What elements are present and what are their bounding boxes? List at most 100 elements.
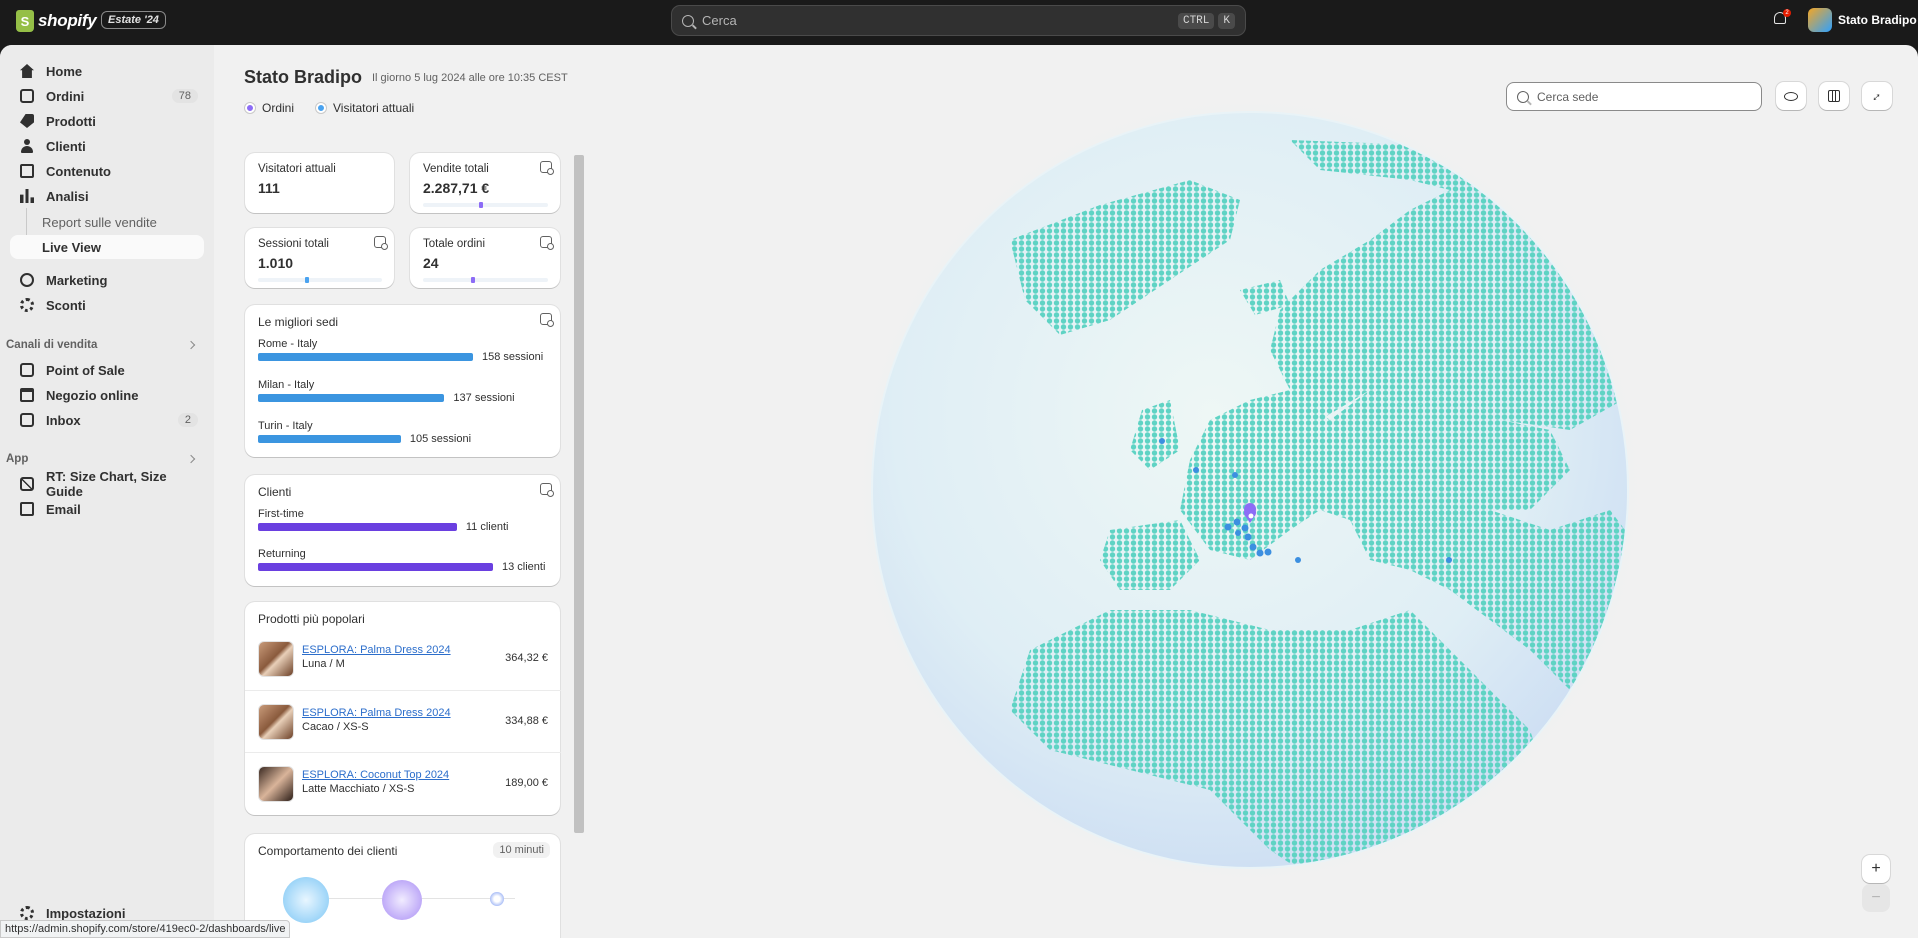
fullscreen-button[interactable]: ↕ — [1862, 82, 1892, 110]
location-name: Rome - Italy — [258, 338, 318, 350]
sidebar-item-online-store[interactable]: Negozio online — [10, 383, 204, 407]
top-bar: S shopify Estate '24 Cerca CTRL K 2 Stat… — [0, 0, 1918, 45]
sidebar-item-label: Email — [46, 501, 81, 517]
legend-orders[interactable]: Ordini — [245, 101, 294, 115]
sidebar-item-label: Prodotti — [46, 113, 96, 129]
sidebar-item-size-chart-app[interactable]: RT: Size Chart, Size Guide — [10, 469, 204, 499]
sidebar-item-label: RT: Size Chart, Size Guide — [46, 469, 167, 499]
sidebar-item-products[interactable]: Prodotti — [10, 109, 204, 133]
live-globe[interactable] — [850, 90, 1650, 890]
metric-label: Sessioni totali — [258, 238, 329, 250]
sidebar-item-inbox[interactable]: Inbox 2 — [10, 408, 204, 432]
shortcut-key-ctrl: CTRL — [1177, 12, 1215, 29]
notification-count-badge: 2 — [1783, 9, 1791, 17]
sidebar-item-label: Ordini — [46, 88, 85, 104]
product-thumbnail — [258, 704, 294, 740]
sidebar-item-home[interactable]: Home — [10, 59, 204, 83]
pos-icon — [20, 363, 34, 377]
chevron-right-icon — [186, 454, 196, 464]
minus-icon: − — [1871, 889, 1881, 906]
view-report-icon[interactable] — [540, 483, 554, 497]
product-variant: Latte Macchiato / XS-S — [302, 783, 415, 795]
sidebar-item-marketing[interactable]: Marketing — [10, 268, 204, 292]
legend-label: Ordini — [262, 101, 295, 115]
product-variant: Luna / M — [302, 658, 345, 670]
location-sessions: 158 sessioni — [482, 351, 544, 363]
customer-type: Returning — [258, 548, 306, 560]
status-bar-url: https://admin.shopify.com/store/419ec0-2… — [0, 920, 291, 938]
top-locations-card: Le migliori sedi Rome - Italy 158 sessio… — [245, 305, 560, 457]
sales-channels-header[interactable]: Canali di vendita — [6, 339, 198, 351]
scrollbar-thumb[interactable] — [574, 155, 584, 833]
metric-value: 24 — [423, 255, 439, 271]
sparkline-marker — [479, 202, 484, 208]
inbox-count-badge: 2 — [177, 413, 198, 427]
view-report-icon[interactable] — [540, 236, 554, 250]
sidebar-item-customers[interactable]: Clienti — [10, 134, 204, 158]
notifications-button[interactable]: 2 — [1772, 9, 1791, 28]
location-bar — [258, 394, 445, 402]
left-column-scrollbar[interactable] — [573, 145, 585, 935]
store-avatar — [1808, 8, 1832, 32]
plus-icon: + — [1871, 860, 1881, 877]
sidebar-item-content[interactable]: Contenuto — [10, 159, 204, 183]
location-name: Turin - Italy — [258, 420, 313, 432]
sidebar-item-analytics[interactable]: Analisi — [10, 184, 204, 208]
product-row: ESPLORA: Palma Dress 2024 Cacao / XS-S 3… — [245, 690, 561, 752]
product-link[interactable]: ESPLORA: Palma Dress 2024 — [302, 644, 451, 656]
discount-icon — [20, 298, 34, 312]
customers-card: Clienti First-time 11 clienti Returning … — [245, 475, 560, 586]
sidebar-subitem-live-view[interactable]: Live View — [10, 235, 204, 259]
customer-behavior-card: Comportamento dei clienti 10 minuti — [245, 834, 560, 938]
edition-badge[interactable]: Estate '24 — [101, 11, 166, 29]
time-range-badge: 10 minuti — [493, 842, 550, 858]
view-report-icon[interactable] — [540, 161, 554, 175]
customer-type: First-time — [258, 508, 304, 520]
shopify-logo[interactable]: S shopify — [16, 10, 97, 32]
zoom-out-button[interactable]: − — [1862, 884, 1890, 912]
sidebar-item-point-of-sale[interactable]: Point of Sale — [10, 358, 204, 382]
target-icon — [20, 273, 34, 287]
page-timestamp: Il giorno 5 lug 2024 alle ore 10:35 CEST — [372, 72, 568, 84]
location-bar — [258, 353, 473, 361]
customer-bar — [258, 523, 457, 531]
apps-header[interactable]: App — [6, 453, 198, 465]
location-search-field[interactable] — [1506, 82, 1762, 111]
expand-icon: ↕ — [1869, 88, 1885, 104]
product-price: 189,00 € — [505, 777, 548, 789]
orders-count-badge: 78 — [171, 89, 198, 103]
location-bar — [258, 435, 401, 443]
sidebar-subitem-sales-report[interactable]: Report sulle vendite — [10, 210, 204, 234]
sidebar-item-discounts[interactable]: Sconti — [10, 293, 204, 317]
search-icon — [682, 14, 694, 27]
product-link[interactable]: ESPLORA: Coconut Top 2024 — [302, 769, 449, 781]
chevron-right-icon — [186, 340, 196, 350]
location-search-input[interactable] — [1537, 89, 1747, 104]
product-link[interactable]: ESPLORA: Palma Dress 2024 — [302, 707, 451, 719]
card-title: Comportamento dei clienti — [258, 844, 398, 858]
search-placeholder: Cerca — [702, 13, 737, 28]
metric-value: 1.010 — [258, 255, 294, 271]
zoom-in-button[interactable]: + — [1862, 855, 1890, 883]
customer-count: 13 clienti — [502, 561, 546, 573]
map-view-button[interactable] — [1819, 82, 1849, 110]
content-icon — [20, 164, 34, 178]
view-report-icon[interactable] — [374, 236, 388, 250]
view-report-icon[interactable] — [540, 313, 554, 327]
store-menu[interactable]: Stato Bradipo — [1808, 8, 1917, 32]
global-search[interactable]: Cerca CTRL K — [671, 5, 1246, 36]
visibility-button[interactable] — [1776, 82, 1806, 110]
sidebar-item-label: Analisi — [46, 188, 89, 204]
product-price: 334,88 € — [505, 715, 548, 727]
sidebar: Home Ordini 78 Prodotti Clienti Contenut… — [0, 45, 214, 938]
search-icon — [1517, 90, 1529, 103]
legend-current-visitors[interactable]: Visitatori attuali — [316, 101, 414, 115]
product-thumbnail — [258, 641, 294, 677]
behavior-bubble-cart — [382, 880, 422, 920]
inbox-icon — [20, 413, 34, 427]
sessions-sparkline — [258, 277, 382, 283]
sidebar-item-orders[interactable]: Ordini 78 — [10, 84, 204, 108]
sidebar-item-email[interactable]: Email — [10, 497, 204, 521]
product-row: ESPLORA: Coconut Top 2024 Latte Macchiat… — [245, 752, 561, 814]
visitors-legend-dot — [316, 103, 326, 113]
